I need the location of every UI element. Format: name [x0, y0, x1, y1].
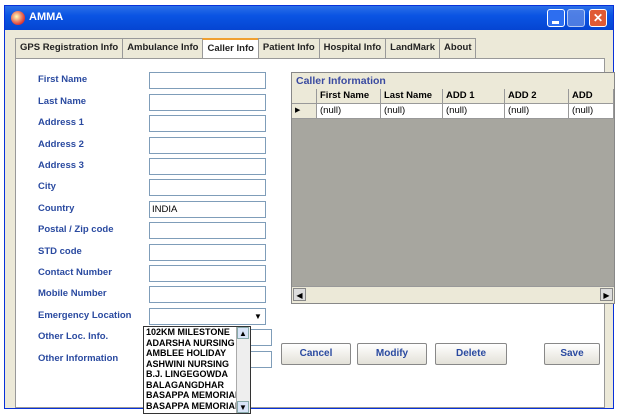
table-cell[interactable]: (null): [381, 104, 443, 119]
title-bar[interactable]: AMMA ✕: [5, 6, 613, 30]
row-pointer-icon: ▶: [292, 104, 317, 119]
close-button[interactable]: ✕: [589, 9, 607, 27]
postal-code-field[interactable]: [149, 222, 266, 239]
table-cell[interactable]: (null): [569, 104, 614, 119]
contact-number-field[interactable]: [149, 265, 266, 282]
minimize-button[interactable]: [547, 9, 565, 27]
country-label: Country: [38, 203, 75, 214]
caller-information-grid[interactable]: Caller Information First Name Last Name …: [291, 72, 615, 304]
tab-landmark[interactable]: LandMark: [385, 38, 441, 58]
tab-about[interactable]: About: [439, 38, 477, 58]
column-header-add3[interactable]: ADD: [569, 89, 614, 104]
address3-label: Address 3: [38, 160, 84, 171]
grid-title: Caller Information: [292, 73, 614, 89]
mobile-number-label: Mobile Number: [38, 288, 107, 299]
scroll-up-icon[interactable]: ▲: [237, 327, 249, 339]
chevron-down-icon[interactable]: ▼: [252, 310, 264, 323]
city-field[interactable]: [149, 179, 266, 196]
grid-header-row: First Name Last Name ADD 1 ADD 2 ADD: [292, 89, 614, 104]
dropdown-scrollbar[interactable]: ▲ ▼: [236, 327, 250, 413]
list-item[interactable]: ASHWINI NURSING: [144, 359, 238, 370]
std-code-label: STD code: [38, 246, 82, 257]
list-item[interactable]: ADARSHA NURSING: [144, 338, 238, 349]
app-icon: [11, 11, 25, 25]
tab-hospital-info[interactable]: Hospital Info: [318, 38, 387, 58]
row-selector-header: [292, 89, 317, 104]
tab-gps-registration-info[interactable]: GPS Registration Info: [15, 38, 124, 58]
window-title: AMMA: [29, 11, 64, 23]
column-header-last-name[interactable]: Last Name: [381, 89, 443, 104]
caller-info-panel: First Name Last Name Address 1 Address 2…: [15, 58, 615, 408]
list-item[interactable]: BALAGANGDHAR: [144, 380, 238, 391]
first-name-label: First Name: [38, 74, 88, 85]
last-name-field[interactable]: [149, 94, 266, 111]
maximize-button[interactable]: [567, 9, 585, 27]
address3-field[interactable]: [149, 158, 266, 175]
city-label: City: [38, 181, 56, 192]
tab-patient-info[interactable]: Patient Info: [257, 38, 320, 58]
list-item[interactable]: 102KM MILESTONE: [144, 327, 238, 338]
country-field[interactable]: INDIA: [149, 201, 266, 218]
table-row[interactable]: ▶ (null) (null) (null) (null) (null): [292, 104, 614, 119]
save-button[interactable]: Save: [544, 343, 600, 365]
mobile-number-field[interactable]: [149, 286, 266, 303]
address1-field[interactable]: [149, 115, 266, 132]
cancel-button[interactable]: Cancel: [281, 343, 351, 365]
emergency-location-select[interactable]: ▼: [149, 308, 266, 325]
address1-label: Address 1: [38, 117, 84, 128]
emergency-location-dropdown[interactable]: 102KM MILESTONE ADARSHA NURSING AMBLEE H…: [143, 326, 251, 414]
scroll-down-icon[interactable]: ▼: [237, 401, 249, 413]
first-name-field[interactable]: [149, 72, 266, 89]
contact-number-label: Contact Number: [38, 267, 112, 278]
scroll-left-icon[interactable]: ◀: [293, 288, 306, 301]
last-name-label: Last Name: [38, 96, 87, 107]
modify-button[interactable]: Modify: [357, 343, 427, 365]
horizontal-scrollbar[interactable]: ◀ ▶: [292, 286, 614, 303]
emergency-location-label: Emergency Location: [38, 310, 132, 321]
scroll-right-icon[interactable]: ▶: [600, 288, 613, 301]
tab-strip: GPS Registration Info Ambulance Info Cal…: [15, 38, 477, 58]
delete-button[interactable]: Delete: [435, 343, 507, 365]
std-code-field[interactable]: [149, 244, 266, 261]
column-header-add2[interactable]: ADD 2: [505, 89, 569, 104]
list-item[interactable]: BASAPPA MEMORIAL: [144, 401, 238, 412]
app-window: AMMA ✕ GPS Registration Info Ambulance I…: [4, 5, 615, 409]
tab-ambulance-info[interactable]: Ambulance Info: [122, 38, 204, 58]
table-cell[interactable]: (null): [443, 104, 505, 119]
other-loc-info-label: Other Loc. Info.: [38, 331, 109, 342]
postal-code-label: Postal / Zip code: [38, 224, 114, 235]
other-information-label: Other Information: [38, 353, 119, 364]
list-item[interactable]: AMBLEE HOLIDAY: [144, 348, 238, 359]
address2-field[interactable]: [149, 137, 266, 154]
column-header-add1[interactable]: ADD 1: [443, 89, 505, 104]
address2-label: Address 2: [38, 139, 84, 150]
column-header-first-name[interactable]: First Name: [317, 89, 381, 104]
table-cell[interactable]: (null): [317, 104, 381, 119]
table-cell[interactable]: (null): [505, 104, 569, 119]
list-item[interactable]: BASAPPA MEMORIAL: [144, 390, 238, 401]
tab-caller-info[interactable]: Caller Info: [202, 38, 259, 58]
list-item[interactable]: B.J. LINGEGOWDA: [144, 369, 238, 380]
